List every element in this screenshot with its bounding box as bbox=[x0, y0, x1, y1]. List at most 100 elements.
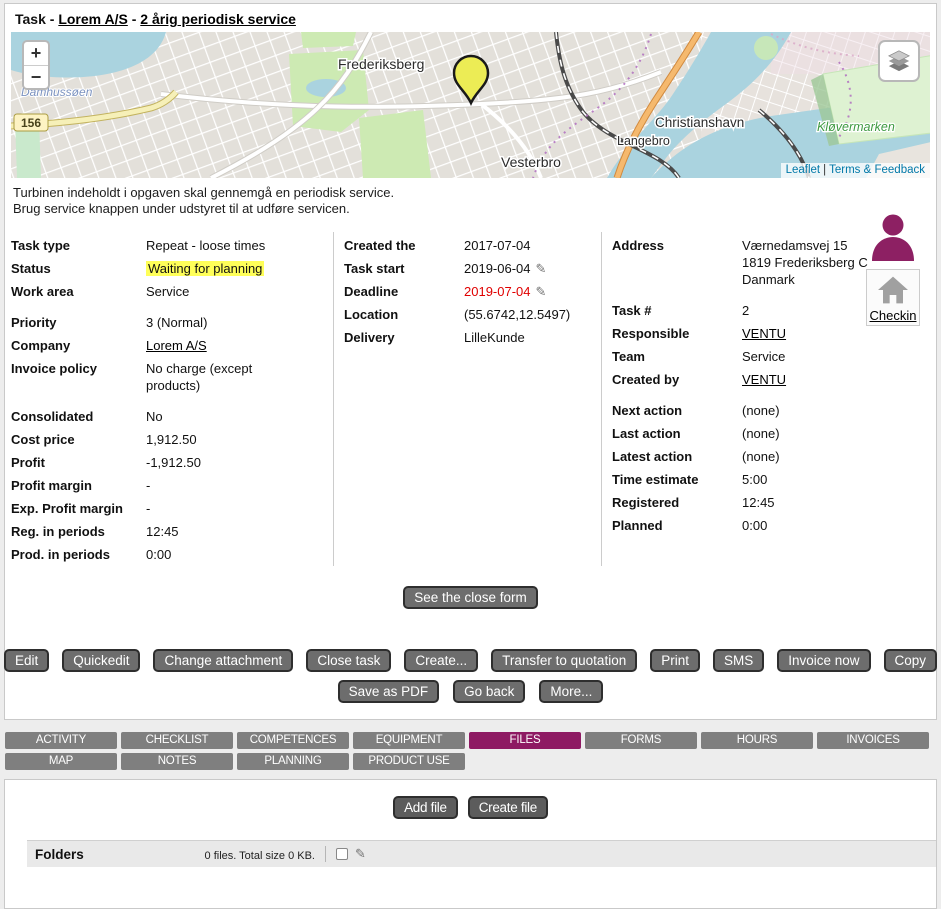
map-label-frederiksberg: Frederiksberg bbox=[338, 56, 424, 72]
see-close-form-button[interactable]: See the close form bbox=[403, 586, 538, 609]
map-zoom-out-button[interactable]: − bbox=[24, 65, 48, 88]
field-value: Lorem A/S bbox=[146, 337, 306, 354]
folders-header-cell: Folders 0 files. Total size 0 KB. bbox=[35, 847, 315, 862]
map[interactable]: 156 Frederiksberg Vesterbro Christiansha… bbox=[11, 32, 930, 178]
terms-feedback-link[interactable]: Terms & Feedback bbox=[829, 164, 925, 176]
save-as-pdf-button[interactable]: Save as PDF bbox=[338, 680, 440, 703]
detail-row-last-action: Last action(none) bbox=[612, 422, 930, 445]
create-file-button[interactable]: Create file bbox=[468, 796, 548, 819]
detail-row-reg-in-periods: Reg. in periods12:45 bbox=[11, 520, 333, 543]
detail-row-status: StatusWaiting for planning bbox=[11, 257, 333, 280]
detail-row-latest-action: Latest action(none) bbox=[612, 445, 930, 468]
tab-competences[interactable]: COMPETENCES bbox=[237, 732, 349, 749]
details-column-1: Task typeRepeat - loose times StatusWait… bbox=[11, 232, 333, 566]
tab-activity[interactable]: ACTIVITY bbox=[5, 732, 117, 749]
checkin-link[interactable]: Checkin bbox=[870, 308, 917, 323]
field-value: (55.6742,12.5497) bbox=[464, 306, 601, 323]
create-button[interactable]: Create... bbox=[404, 649, 478, 672]
tab-row-2: MAP NOTES PLANNING PRODUCT USE bbox=[5, 753, 941, 770]
description-line: Turbinen indeholdt i opgaven skal gennem… bbox=[13, 185, 928, 201]
detail-row-prod-in-periods: Prod. in periods0:00 bbox=[11, 543, 333, 566]
tab-hours[interactable]: HOURS bbox=[701, 732, 813, 749]
map-attribution: Leaflet|Terms & Feedback bbox=[781, 163, 930, 178]
map-green-spot bbox=[754, 36, 778, 60]
tab-files[interactable]: FILES bbox=[469, 732, 581, 749]
field-label: Registered bbox=[612, 494, 742, 511]
field-label: Location bbox=[344, 306, 464, 323]
go-back-button[interactable]: Go back bbox=[453, 680, 525, 703]
close-task-button[interactable]: Close task bbox=[306, 649, 391, 672]
field-label: Deadline bbox=[344, 283, 464, 300]
add-file-button[interactable]: Add file bbox=[393, 796, 458, 819]
responsible-avatar-block: Checkin bbox=[866, 211, 920, 326]
transfer-to-quotation-button[interactable]: Transfer to quotation bbox=[491, 649, 637, 672]
action-buttons-row-1: Edit Quickedit Change attachment Close t… bbox=[11, 649, 930, 672]
map-layers-button[interactable] bbox=[878, 40, 920, 82]
detail-row-work-area: Work areaService bbox=[11, 280, 333, 303]
edit-icon[interactable]: ✎ bbox=[536, 261, 547, 276]
tab-bar: ACTIVITY CHECKLIST COMPETENCES EQUIPMENT… bbox=[5, 732, 941, 770]
more-button[interactable]: More... bbox=[539, 680, 603, 703]
field-value: 0:00 bbox=[742, 517, 892, 534]
tab-invoices[interactable]: INVOICES bbox=[817, 732, 929, 749]
map-canvas[interactable]: 156 Frederiksberg Vesterbro Christiansha… bbox=[11, 32, 930, 178]
field-value: (none) bbox=[742, 425, 892, 442]
field-label: Cost price bbox=[11, 431, 146, 448]
map-label-langebro: Langebro bbox=[617, 134, 670, 148]
field-label: Last action bbox=[612, 425, 742, 442]
edit-icon[interactable]: ✎ bbox=[355, 846, 366, 862]
invoice-now-button[interactable]: Invoice now bbox=[777, 649, 870, 672]
field-label: Task start bbox=[344, 260, 464, 277]
tab-equipment[interactable]: EQUIPMENT bbox=[353, 732, 465, 749]
breadcrumb-prefix: Task bbox=[15, 11, 46, 27]
company-value-link[interactable]: Lorem A/S bbox=[146, 338, 207, 353]
files-buttons: Add file Create file bbox=[5, 796, 936, 819]
copy-button[interactable]: Copy bbox=[884, 649, 938, 672]
tab-product-use[interactable]: PRODUCT USE bbox=[353, 753, 465, 770]
company-link[interactable]: Lorem A/S bbox=[58, 11, 128, 27]
road-shield-label: 156 bbox=[21, 116, 41, 130]
tab-map[interactable]: MAP bbox=[5, 753, 117, 770]
created-by-link[interactable]: VENTU bbox=[742, 372, 786, 387]
tab-planning[interactable]: PLANNING bbox=[237, 753, 349, 770]
detail-row-registered: Registered12:45 bbox=[612, 491, 930, 514]
tab-forms[interactable]: FORMS bbox=[585, 732, 697, 749]
leaflet-link[interactable]: Leaflet bbox=[786, 164, 821, 176]
edit-button[interactable]: Edit bbox=[4, 649, 49, 672]
sms-button[interactable]: SMS bbox=[713, 649, 764, 672]
field-label: Exp. Profit margin bbox=[11, 500, 146, 517]
field-label: Time estimate bbox=[612, 471, 742, 488]
field-label: Planned bbox=[612, 517, 742, 534]
field-label: Address bbox=[612, 237, 742, 288]
print-button[interactable]: Print bbox=[650, 649, 700, 672]
field-value: 12:45 bbox=[146, 523, 306, 540]
map-zoom-in-button[interactable]: + bbox=[24, 42, 48, 65]
avatar bbox=[867, 211, 919, 261]
tab-notes[interactable]: NOTES bbox=[121, 753, 233, 770]
field-label: Status bbox=[11, 260, 146, 277]
breadcrumb: Task - Lorem A/S - 2 årig periodisk serv… bbox=[15, 11, 930, 27]
detail-row-profit: Profit-1,912.50 bbox=[11, 451, 333, 474]
tab-checklist[interactable]: CHECKLIST bbox=[121, 732, 233, 749]
field-label: Created by bbox=[612, 371, 742, 388]
field-label: Task # bbox=[612, 302, 742, 319]
edit-icon[interactable]: ✎ bbox=[536, 284, 547, 299]
task-link[interactable]: 2 årig periodisk service bbox=[140, 11, 296, 27]
quickedit-button[interactable]: Quickedit bbox=[62, 649, 140, 672]
responsible-link[interactable]: VENTU bbox=[742, 326, 786, 341]
field-value: (none) bbox=[742, 448, 892, 465]
detail-row-consolidated: ConsolidatedNo bbox=[11, 405, 333, 428]
detail-row-task-start: Task start2019-06-04✎ bbox=[344, 257, 601, 280]
detail-row-location: Location(55.6742,12.5497) bbox=[344, 303, 601, 326]
select-all-checkbox[interactable] bbox=[336, 848, 348, 860]
detail-row-created-the: Created the2017-07-04 bbox=[344, 234, 601, 257]
field-label: Responsible bbox=[612, 325, 742, 342]
map-zoom-control: + − bbox=[22, 40, 50, 90]
change-attachment-button[interactable]: Change attachment bbox=[153, 649, 293, 672]
layers-icon bbox=[883, 45, 915, 77]
field-label: Profit margin bbox=[11, 477, 146, 494]
detail-row-delivery: DeliveryLilleKunde bbox=[344, 326, 601, 349]
checkin-box: Checkin bbox=[866, 269, 920, 326]
detail-row-deadline: Deadline2019-07-04✎ bbox=[344, 280, 601, 303]
detail-row-time-estimate: Time estimate5:00 bbox=[612, 468, 930, 491]
